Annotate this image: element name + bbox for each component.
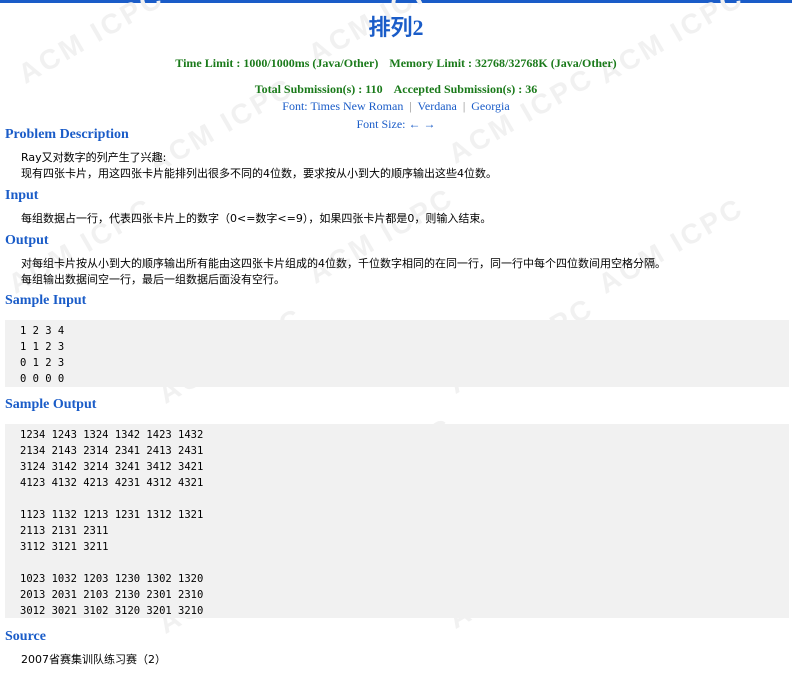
font-size-decrease-arrow-icon[interactable]: ← [409,117,421,131]
output-line: 对每组卡片按从小到大的顺序输出所有能由这四张卡片组成的4位数，千位数字相同的在同… [21,257,666,270]
font-size-increase-arrow-icon[interactable]: → [424,117,436,131]
font-selector: Font: Times New Roman | Verdana | Georgi… [0,98,792,114]
limits-line: Time Limit : 1000/1000ms (Java/Other) Me… [0,56,792,70]
output-body: 对每组卡片按从小到大的顺序输出所有能由这四张卡片组成的4位数，千位数字相同的在同… [21,256,666,288]
description-body: Ray又对数字的列产生了兴趣: 现有四张卡片，用这四张卡片能排列出很多不同的4位… [21,150,497,182]
sample-output-heading: Sample Output [5,397,97,412]
sample-input-text: 1 2 3 4 1 1 2 3 0 1 2 3 0 0 0 0 [20,325,65,385]
font-option-verdana[interactable]: Verdana [418,99,457,113]
description-line: Ray又对数字的列产生了兴趣: [21,151,167,164]
problem-title: 排列2 [368,15,424,40]
sample-input-heading: Sample Input [5,293,87,308]
sample-output-text: 1234 1243 1324 1342 1423 1432 2134 2143 … [20,429,204,617]
font-option-times[interactable]: Times New Roman [310,99,403,113]
input-body: 每组数据占一行，代表四张卡片上的数字（0<=数字<=9），如果四张卡片都是0，则… [21,211,491,227]
output-heading: Output [5,233,49,248]
font-option-georgia[interactable]: Georgia [471,99,509,113]
time-limit: Time Limit : 1000/1000ms (Java/Other) [175,56,379,70]
font-separator: | [409,99,412,113]
output-line: 每组输出数据间空一行，最后一组数据后面没有空行。 [21,273,285,286]
sample-output-block: 1234 1243 1324 1342 1423 1432 2134 2143 … [5,424,789,618]
description-line: 现有四张卡片，用这四张卡片能排列出很多不同的4位数，要求按从小到大的顺序输出这些… [21,167,497,180]
sample-input-block: 1 2 3 4 1 1 2 3 0 1 2 3 0 0 0 0 [5,320,789,387]
input-line: 每组数据占一行，代表四张卡片上的数字（0<=数字<=9），如果四张卡片都是0，则… [21,212,492,225]
source-heading: Source [5,629,46,644]
source-body: 2007省赛集训队练习赛（2） [21,652,166,668]
description-heading: Problem Description [5,127,129,142]
accepted-submissions: Accepted Submission(s) : 36 [393,82,538,96]
total-submissions: Total Submission(s) : 110 [254,82,383,96]
input-heading: Input [5,188,39,203]
font-separator: | [462,99,466,113]
font-label: Font: [282,99,308,113]
top-accent-bar [0,0,792,3]
source-text: 2007省赛集训队练习赛（2） [21,653,166,666]
problem-header: 排列2 Time Limit : 1000/1000ms (Java/Other… [0,12,792,132]
font-size-label: Font Size: [356,117,406,131]
submissions-line: Total Submission(s) : 110 Accepted Submi… [0,82,792,96]
memory-limit: Memory Limit : 32768/32768K (Java/Other) [389,56,617,70]
